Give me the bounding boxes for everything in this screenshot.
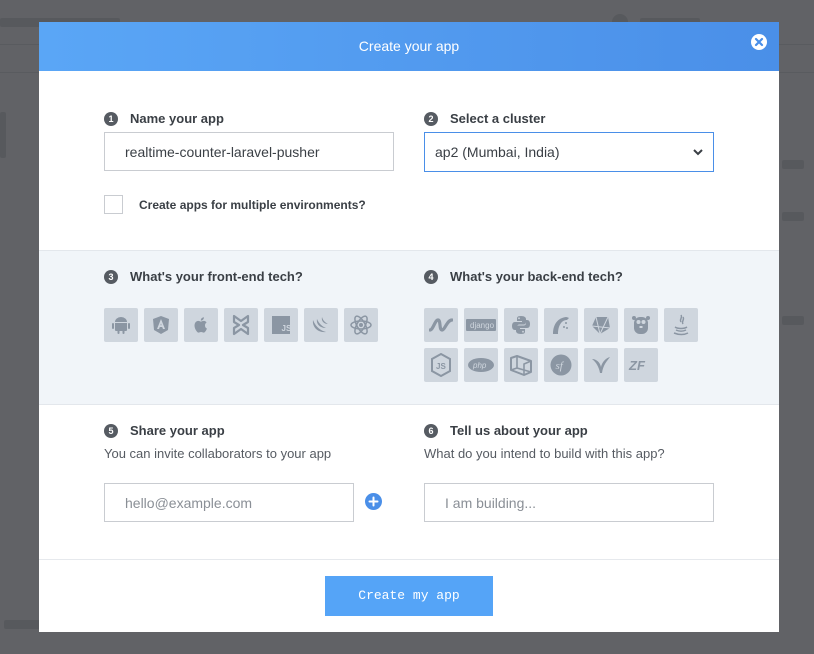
step-number: 1 (104, 111, 118, 126)
step-number: 3 (104, 269, 118, 284)
frontend-tech-react[interactable] (344, 308, 378, 342)
about-app-description: What do you intend to build with this ap… (424, 446, 665, 461)
step-label: Select a cluster (450, 111, 546, 126)
ruby-icon (591, 316, 611, 335)
backend-tech-django[interactable]: django (464, 308, 498, 342)
step-label: Tell us about your app (450, 423, 588, 438)
backend-tech-rails[interactable] (544, 308, 578, 342)
django-icon: django (466, 319, 496, 331)
java-icon (673, 314, 689, 336)
modal-header: Create your app (39, 22, 779, 71)
create-app-modal: Create your app 1 Name your app Create a… (39, 22, 779, 632)
step-number: 6 (424, 423, 438, 438)
step-1-heading: 1 Name your app (104, 111, 224, 126)
multi-environment-label: Create apps for multiple environments? (139, 198, 366, 212)
backend-tech-laravel[interactable] (504, 348, 538, 382)
frontend-tech-javascript[interactable]: JS (264, 308, 298, 342)
step-number: 4 (424, 269, 438, 284)
step-label: Name your app (130, 111, 224, 126)
step-number: 5 (104, 423, 118, 438)
symfony-icon: sf (550, 354, 572, 376)
rails-icon (553, 317, 569, 334)
close-button[interactable] (751, 34, 767, 50)
step-2-heading: 2 Select a cluster (424, 111, 545, 126)
step-label: What's your back-end tech? (450, 269, 623, 284)
modal-title: Create your app (358, 38, 460, 54)
nodejs-icon: JS (431, 353, 451, 377)
android-icon (112, 317, 130, 334)
close-icon (754, 37, 764, 47)
backend-tech-python[interactable] (504, 308, 538, 342)
step-label: What's your front-end tech? (130, 269, 303, 284)
cluster-select[interactable]: ap2 (Mumbai, India) (424, 132, 714, 172)
frontend-tech-android[interactable] (104, 308, 138, 342)
step-number: 2 (424, 111, 438, 126)
cluster-select-value: ap2 (Mumbai, India) (435, 144, 560, 160)
backend-tech-ruby[interactable] (584, 308, 618, 342)
collaborator-email-input[interactable] (104, 483, 354, 522)
step-6-heading: 6 Tell us about your app (424, 423, 588, 438)
backend-tech-yii[interactable] (584, 348, 618, 382)
backend-tech-symfony[interactable]: sf (544, 348, 578, 382)
backend-tech-dotnet[interactable] (424, 308, 458, 342)
react-icon (350, 315, 372, 335)
dotnet-icon (429, 318, 453, 332)
laravel-icon (510, 355, 532, 376)
svg-text:ZF: ZF (628, 358, 646, 373)
backend-tech-zend[interactable]: ZF (624, 348, 658, 382)
step-5-heading: 5 Share your app (104, 423, 225, 438)
multi-environment-checkbox[interactable] (104, 195, 123, 214)
zend-icon: ZF (628, 358, 646, 373)
create-my-app-button[interactable]: Create my app (325, 576, 493, 616)
backend-tech-php[interactable]: php (464, 348, 498, 382)
plus-icon (368, 496, 379, 507)
svg-text:JS: JS (436, 362, 446, 371)
php-icon: php (468, 358, 494, 372)
yii-icon (592, 357, 610, 373)
step-label: Share your app (130, 423, 225, 438)
apple-icon (194, 317, 207, 333)
app-name-input[interactable] (104, 132, 394, 171)
share-app-description: You can invite collaborators to your app (104, 446, 332, 461)
backend-tech-java[interactable] (664, 308, 698, 342)
frontend-tech-jquery[interactable] (304, 308, 338, 342)
backend-tech-nodejs[interactable]: JS (424, 348, 458, 382)
footer-divider (39, 559, 779, 560)
step-4-heading: 4 What's your back-end tech? (424, 269, 623, 284)
frontend-tech-angular[interactable] (144, 308, 178, 342)
backbone-icon (232, 314, 250, 336)
jquery-icon (312, 317, 328, 333)
python-icon (512, 316, 530, 334)
step-3-heading: 3 What's your front-end tech? (104, 269, 303, 284)
chevron-down-icon (693, 149, 703, 156)
backend-tech-go[interactable] (624, 308, 658, 342)
angular-icon (153, 316, 169, 334)
go-icon (632, 316, 650, 334)
frontend-tech-backbone[interactable] (224, 308, 258, 342)
svg-text:php: php (472, 361, 487, 370)
app-purpose-input[interactable] (424, 483, 714, 522)
svg-text:JS: JS (282, 324, 292, 333)
add-collaborator-button[interactable] (365, 493, 382, 510)
frontend-tech-ios[interactable] (184, 308, 218, 342)
javascript-icon: JS (272, 316, 292, 334)
svg-text:django: django (470, 321, 495, 330)
